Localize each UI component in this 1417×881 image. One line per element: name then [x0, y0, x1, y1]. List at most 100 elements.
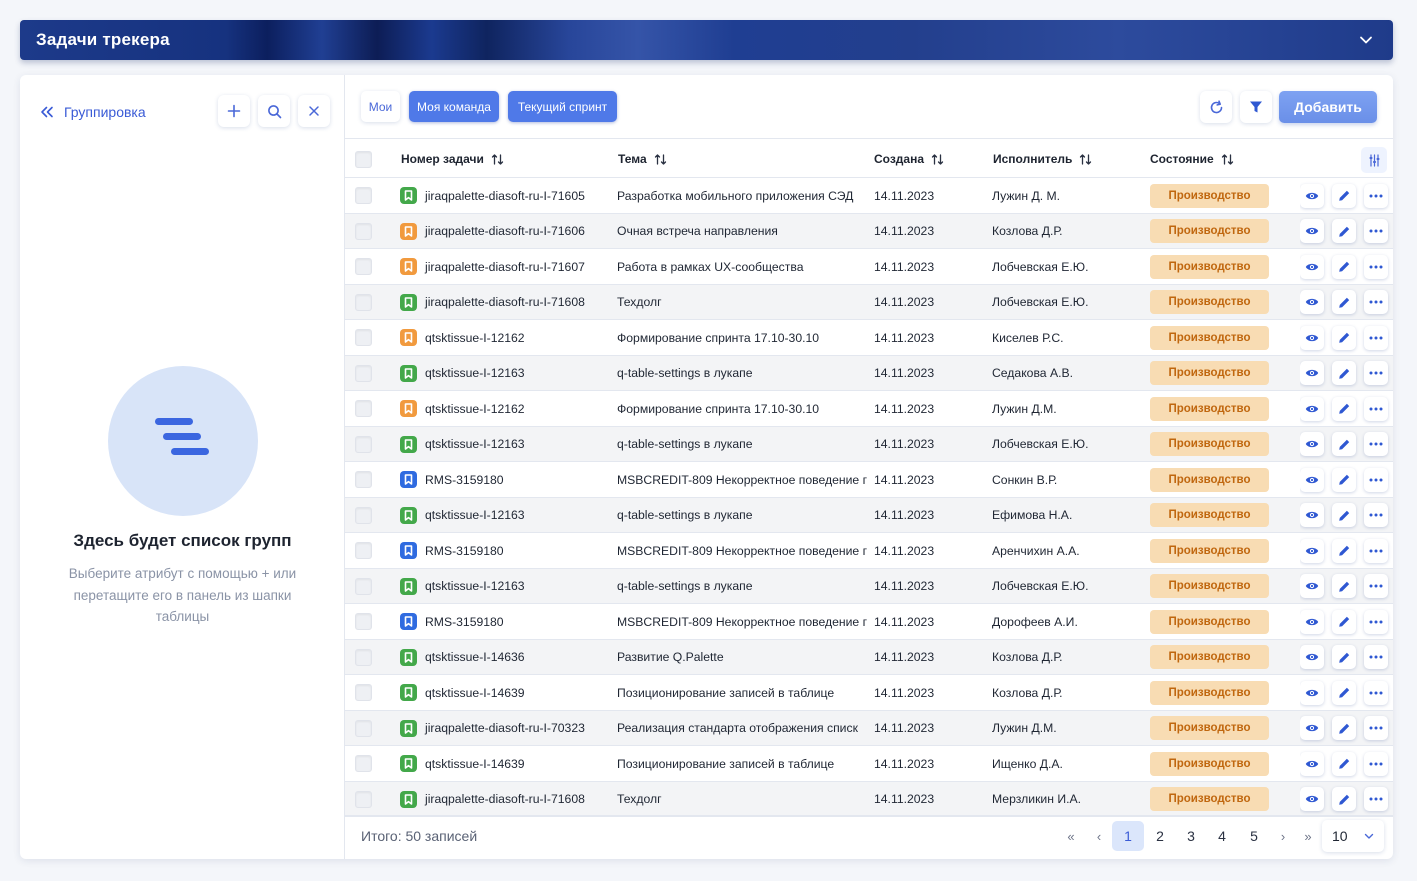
- last-page-button[interactable]: »: [1298, 822, 1318, 850]
- task-number[interactable]: jiraqpalette-diasoft-ru-I-71607: [425, 260, 585, 274]
- task-number[interactable]: jiraqpalette-diasoft-ru-I-70323: [425, 721, 585, 735]
- table-row[interactable]: qtsktissue-I-12162 Формирование спринта 1…: [345, 391, 1393, 427]
- view-button[interactable]: [1300, 751, 1324, 776]
- row-checkbox[interactable]: [355, 471, 372, 488]
- task-number[interactable]: qtsktissue-I-12163: [425, 508, 525, 522]
- table-row[interactable]: qtsktissue-I-14639 Позиционирование запис…: [345, 746, 1393, 782]
- view-button[interactable]: [1300, 361, 1324, 385]
- more-button[interactable]: [1364, 361, 1388, 385]
- more-button[interactable]: [1364, 609, 1388, 634]
- view-button[interactable]: [1300, 432, 1324, 456]
- more-button[interactable]: [1364, 680, 1388, 705]
- row-checkbox[interactable]: [355, 613, 372, 630]
- view-button[interactable]: [1300, 609, 1324, 634]
- sort-icon[interactable]: [491, 153, 504, 166]
- column-header-assignee[interactable]: Исполнитель: [993, 139, 1092, 179]
- first-page-button[interactable]: «: [1061, 822, 1081, 850]
- task-number[interactable]: RMS-3159180: [425, 544, 504, 558]
- task-number[interactable]: jiraqpalette-diasoft-ru-I-71608: [425, 792, 585, 806]
- filter-button[interactable]: [1240, 91, 1272, 123]
- column-header-theme[interactable]: Тема: [618, 139, 667, 179]
- edit-button[interactable]: [1332, 503, 1356, 527]
- more-button[interactable]: [1364, 645, 1388, 669]
- edit-button[interactable]: [1332, 219, 1356, 243]
- row-checkbox[interactable]: [355, 790, 372, 808]
- view-button[interactable]: [1300, 680, 1324, 705]
- edit-button[interactable]: [1332, 432, 1356, 456]
- column-header-state[interactable]: Состояние: [1150, 139, 1234, 179]
- edit-button[interactable]: [1332, 574, 1356, 598]
- table-row[interactable]: jiraqpalette-diasoft-ru-I-71608 Техдолг 14…: [345, 284, 1393, 320]
- view-button[interactable]: [1300, 396, 1324, 421]
- task-number[interactable]: jiraqpalette-diasoft-ru-I-71608: [425, 295, 585, 309]
- filter-chip-mine[interactable]: Мои: [361, 91, 400, 122]
- row-checkbox[interactable]: [355, 506, 372, 524]
- view-button[interactable]: [1300, 219, 1324, 243]
- row-checkbox[interactable]: [355, 648, 372, 666]
- grouping-collapse-button[interactable]: Группировка: [40, 104, 146, 120]
- more-button[interactable]: [1364, 432, 1388, 456]
- view-button[interactable]: [1300, 467, 1324, 492]
- row-checkbox[interactable]: [355, 293, 372, 311]
- row-checkbox[interactable]: [355, 577, 372, 595]
- task-number[interactable]: qtsktissue-I-12163: [425, 437, 525, 451]
- edit-button[interactable]: [1332, 361, 1356, 385]
- table-row[interactable]: qtsktissue-I-12163 q-table-settings в лук…: [345, 568, 1393, 604]
- table-row[interactable]: jiraqpalette-diasoft-ru-I-71607 Работа в …: [345, 249, 1393, 285]
- edit-button[interactable]: [1332, 183, 1356, 208]
- column-header-number[interactable]: Номер задачи: [401, 139, 504, 179]
- task-number[interactable]: RMS-3159180: [425, 473, 504, 487]
- task-number[interactable]: qtsktissue-I-12162: [425, 331, 525, 345]
- row-checkbox[interactable]: [355, 222, 372, 240]
- row-checkbox[interactable]: [355, 755, 372, 772]
- table-row[interactable]: jiraqpalette-diasoft-ru-I-71608 Техдолг 14…: [345, 781, 1393, 817]
- more-button[interactable]: [1364, 538, 1388, 563]
- table-row[interactable]: qtsktissue-I-14636 Развитие Q.Palette 14.1…: [345, 639, 1393, 675]
- row-checkbox[interactable]: [355, 542, 372, 559]
- row-checkbox[interactable]: [355, 435, 372, 453]
- more-button[interactable]: [1364, 183, 1388, 208]
- grouping-add-button[interactable]: [218, 95, 250, 127]
- row-checkbox[interactable]: [355, 400, 372, 417]
- more-button[interactable]: [1364, 503, 1388, 527]
- edit-button[interactable]: [1332, 254, 1356, 279]
- table-row[interactable]: qtsktissue-I-12162 Формирование спринта 1…: [345, 320, 1393, 356]
- header-collapse-button[interactable]: [1355, 29, 1377, 51]
- table-row[interactable]: RMS-3159180 MSBCREDIT-809 Некорректное по…: [345, 604, 1393, 640]
- table-row[interactable]: RMS-3159180 MSBCREDIT-809 Некорректное по…: [345, 462, 1393, 498]
- more-button[interactable]: [1364, 290, 1388, 314]
- view-button[interactable]: [1300, 538, 1324, 563]
- table-row[interactable]: qtsktissue-I-12163 q-table-settings в лук…: [345, 426, 1393, 462]
- sort-icon[interactable]: [1221, 153, 1234, 166]
- edit-button[interactable]: [1332, 538, 1356, 563]
- table-row[interactable]: qtsktissue-I-14639 Позиционирование запис…: [345, 675, 1393, 711]
- edit-button[interactable]: [1332, 680, 1356, 705]
- select-all-checkbox[interactable]: [355, 150, 372, 168]
- task-number[interactable]: qtsktissue-I-14639: [425, 686, 525, 700]
- task-number[interactable]: qtsktissue-I-12163: [425, 579, 525, 593]
- edit-button[interactable]: [1332, 396, 1356, 421]
- per-page-select[interactable]: 10: [1322, 820, 1384, 852]
- view-button[interactable]: [1300, 183, 1324, 208]
- prev-page-button[interactable]: ‹: [1089, 822, 1109, 850]
- more-button[interactable]: [1364, 787, 1388, 811]
- task-number[interactable]: qtsktissue-I-12162: [425, 402, 525, 416]
- row-checkbox[interactable]: [355, 258, 372, 275]
- edit-button[interactable]: [1332, 609, 1356, 634]
- edit-button[interactable]: [1332, 787, 1356, 811]
- row-checkbox[interactable]: [355, 719, 372, 737]
- column-header-created[interactable]: Создана: [874, 139, 944, 179]
- table-row[interactable]: qtsktissue-I-12163 q-table-settings в лук…: [345, 497, 1393, 533]
- task-number[interactable]: jiraqpalette-diasoft-ru-I-71605: [425, 189, 585, 203]
- edit-button[interactable]: [1332, 467, 1356, 492]
- task-number[interactable]: jiraqpalette-diasoft-ru-I-71606: [425, 224, 585, 238]
- table-row[interactable]: qtsktissue-I-12163 q-table-settings в лук…: [345, 355, 1393, 391]
- view-button[interactable]: [1300, 254, 1324, 279]
- more-button[interactable]: [1364, 574, 1388, 598]
- next-page-button[interactable]: ›: [1273, 822, 1293, 850]
- more-button[interactable]: [1364, 219, 1388, 243]
- view-button[interactable]: [1300, 325, 1324, 350]
- edit-button[interactable]: [1332, 290, 1356, 314]
- table-row[interactable]: RMS-3159180 MSBCREDIT-809 Некорректное по…: [345, 533, 1393, 569]
- task-number[interactable]: qtsktissue-I-14636: [425, 650, 525, 664]
